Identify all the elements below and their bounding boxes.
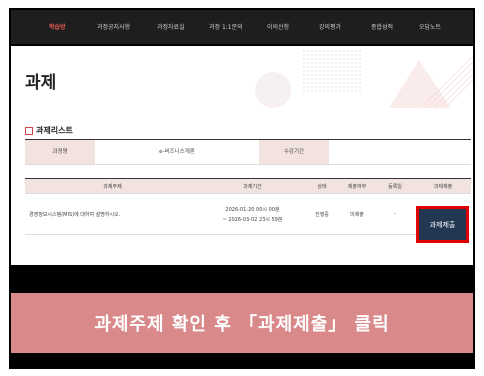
header-submit: 과제제출 bbox=[433, 183, 453, 190]
header-topic: 과제주제 bbox=[103, 183, 122, 190]
table-row: 경영정보시스템(MIS)에 대하여 설명하시오. 2026-01-20 00시 … bbox=[25, 194, 471, 235]
instruction-caption: 과제주제 확인 후 「과제제출」 클릭 bbox=[11, 293, 473, 353]
header-decoration bbox=[255, 50, 473, 108]
period-label: 수강기간 bbox=[259, 140, 329, 164]
section-title-label: 과제리스트 bbox=[36, 126, 73, 135]
page-title: 과제 bbox=[25, 73, 57, 93]
course-value: e-비즈니스개론 bbox=[159, 149, 195, 155]
submit-assignment-button[interactable]: 과제제출 bbox=[419, 209, 466, 240]
square-bullet-icon bbox=[25, 126, 33, 135]
section-title: 과제리스트 bbox=[25, 125, 73, 136]
header-submitted: 제출여부 bbox=[347, 183, 367, 190]
nav-item-appeal[interactable]: 이의신청 bbox=[267, 22, 289, 31]
nav-item-evaluation[interactable]: 강의평가 bbox=[319, 22, 341, 31]
row-period: 2026-01-20 00시 00분 ~ 2026-03-02 23시 59분 bbox=[200, 194, 305, 234]
table-header: 과제주제 과제기간 상태 제출여부 등록일 과제제출 bbox=[25, 179, 471, 194]
nav-item-notices[interactable]: 과정공지사항 bbox=[97, 22, 130, 31]
top-nav: 학습방 과정공지사항 과정자료실 과정 1:1문의 이의신청 강의평가 종합성적… bbox=[11, 10, 473, 44]
row-period-start: 2026-01-20 00시 00분 bbox=[225, 206, 280, 213]
row-registered: - bbox=[394, 211, 396, 217]
row-period-end: ~ 2026-03-02 23시 59분 bbox=[222, 216, 283, 223]
row-submitted: 미제출 bbox=[350, 211, 364, 218]
main-content: 과제 과제리스트 과정명 e-비즈니스개론 수강기간 과제주제 과제기간 상태 … bbox=[11, 46, 473, 265]
row-topic: 경영정보시스템(MIS)에 대하여 설명하시오. bbox=[29, 211, 121, 218]
nav-item-wrong-notes[interactable]: 오답노트 bbox=[419, 22, 441, 31]
period-value bbox=[329, 140, 471, 164]
nav-item-inquiry[interactable]: 과정 1:1문의 bbox=[209, 22, 243, 31]
nav-item-study-room[interactable]: 학습방 bbox=[49, 22, 66, 31]
course-info-table: 과정명 e-비즈니스개론 수강기간 bbox=[25, 139, 471, 165]
header-status: 상태 bbox=[317, 183, 327, 190]
assignment-table: 과제주제 과제기간 상태 제출여부 등록일 과제제출 경영정보시스템(MIS)에… bbox=[25, 178, 471, 235]
screenshot-frame: 학습방 과정공지사항 과정자료실 과정 1:1문의 이의신청 강의평가 종합성적… bbox=[9, 8, 475, 369]
course-label: 과정명 bbox=[25, 140, 95, 164]
row-status: 진행중 bbox=[315, 211, 329, 218]
nav-item-grades[interactable]: 종합성적 bbox=[371, 22, 393, 31]
header-period: 과제기간 bbox=[243, 183, 262, 190]
nav-item-materials[interactable]: 과정자료실 bbox=[157, 22, 185, 31]
header-registered: 등록일 bbox=[388, 183, 402, 190]
